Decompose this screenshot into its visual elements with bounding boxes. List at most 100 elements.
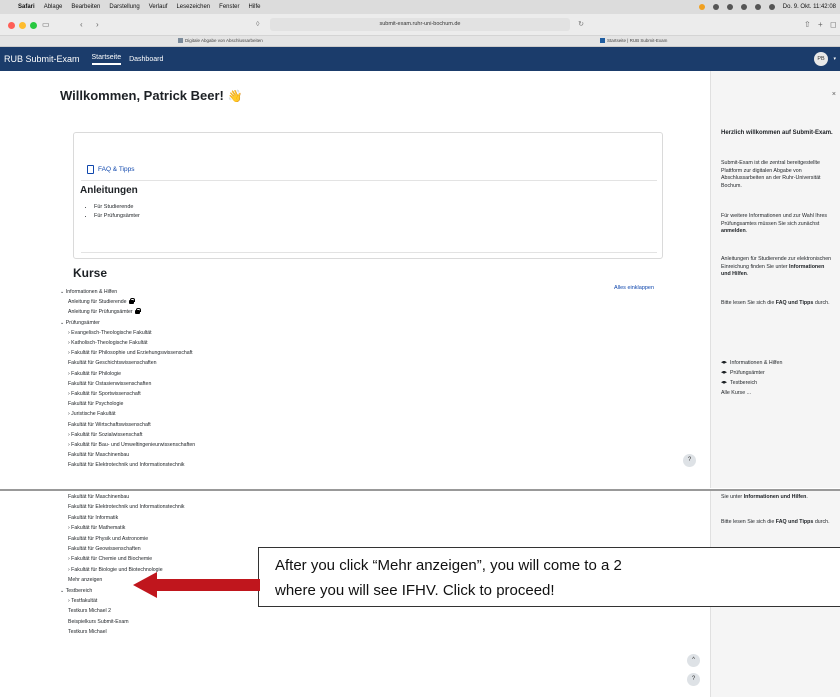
help-button[interactable]: ? (687, 673, 700, 686)
tree-row[interactable]: › Fakultät für Mathematik (68, 525, 125, 531)
address-bar[interactable]: ◊ submit-exam.ruhr-uni-bochum.de ↻ (256, 18, 584, 31)
nav-startseite[interactable]: Startseite (91, 54, 122, 65)
tree-row[interactable]: › Juristische Fakultät (68, 411, 116, 417)
clock[interactable]: Do. 9. Okt. 11:42:08 (783, 4, 836, 10)
tree-row[interactable]: Beispielkurs Submit-Exam (68, 619, 129, 625)
menu-darstellung[interactable]: Darstellung (109, 4, 139, 10)
tree-row[interactable]: › Testfakultät (68, 598, 97, 604)
faq-link[interactable]: FAQ & Tipps (87, 165, 135, 174)
tree-row[interactable]: › Katholisch-Theologische Fakultät (68, 340, 148, 346)
tree-row[interactable]: Fakultät für Wirtschaftswissenschaft (68, 422, 151, 428)
url-text: submit-exam.ruhr-uni-bochum.de (379, 21, 461, 27)
text: Bitte lesen Sie sich die (721, 300, 776, 306)
tree-row-label: Testbereich (65, 587, 93, 594)
tree-row[interactable]: Fakultät für Maschinenbau (68, 494, 129, 500)
tree-row[interactable]: ⌄ Prüfungsämter (60, 320, 100, 326)
drawer-course-informationen[interactable]: Informationen & Hilfen (721, 360, 782, 368)
all-courses-link[interactable]: Alle Kurse ... (721, 390, 751, 398)
tree-row[interactable]: Anleitung für Prüfungsämter (68, 308, 141, 315)
tree-row-label: Anleitung für Studierende (68, 299, 127, 306)
menu-hilfe[interactable]: Hilfe (249, 4, 261, 10)
menu-fenster[interactable]: Fenster (219, 4, 239, 10)
avatar[interactable]: PB (814, 52, 828, 66)
tree-row[interactable]: › Fakultät für Chemie und Biochemie (68, 556, 152, 562)
tab-overview-icon[interactable]: ◻ (830, 20, 837, 29)
chevron-down-icon[interactable]: ▾ (833, 56, 836, 62)
tree-row[interactable]: › Fakultät für Bau- und Umweltingenieurw… (68, 442, 195, 448)
welcome-text: Willkommen, Patrick Beer! (60, 88, 224, 103)
nav-dashboard[interactable]: Dashboard (129, 56, 163, 63)
tree-row-label: Fakultät für Physik und Astronomie (68, 535, 149, 542)
tree-row[interactable]: Testkurs Michael (68, 629, 107, 635)
collapse-all-link[interactable]: Alles einklappen (614, 285, 654, 291)
close-icon[interactable]: × (832, 91, 836, 99)
tree-row-label: Fakultät für Philosophie und Erziehungsw… (71, 350, 193, 357)
right-drawer: × Herzlich willkommen auf Submit-Exam. S… (710, 71, 840, 488)
faq-tips-link[interactable]: FAQ und Tipps (776, 519, 814, 525)
mac-menubar: Safari Ablage Bearbeiten Darstellung Ver… (0, 0, 840, 14)
tree-row[interactable]: Fakultät für Psychologie (68, 401, 123, 407)
drawer-course-testbereich[interactable]: Testbereich (721, 380, 757, 388)
menu-ablage[interactable]: Ablage (44, 4, 63, 10)
zoom-window-icon[interactable] (30, 22, 37, 29)
tree-row[interactable]: Fakultät für Informatik (68, 515, 118, 521)
status-icon[interactable] (712, 4, 719, 10)
share-icon[interactable]: ⇧ (804, 20, 811, 29)
course-label: Prüfungsämter (730, 370, 765, 376)
wifi-icon[interactable] (754, 4, 761, 10)
sidebar-icon[interactable]: ▭ (42, 20, 50, 29)
tree-row[interactable]: Fakultät für Geschichtswissenschaften (68, 360, 157, 366)
tab-abgabe[interactable]: Digitale Abgabe von Abschlussarbeiten (178, 38, 263, 43)
tree-row[interactable]: ⌄ Informationen & Hilfen (60, 289, 117, 295)
tab-startseite[interactable]: Startseite | RUB Submit-Exam (600, 38, 667, 43)
tree-row[interactable]: ⌄ Testbereich (60, 588, 92, 594)
back-icon[interactable]: ‹ (80, 20, 83, 29)
login-link[interactable]: anmelden (721, 228, 746, 234)
minimize-window-icon[interactable] (19, 22, 26, 29)
menu-verlauf[interactable]: Verlauf (149, 4, 168, 10)
scroll-to-top-button[interactable]: ^ (687, 654, 700, 667)
tree-row[interactable]: Fakultät für Physik und Astronomie (68, 536, 148, 542)
tree-row[interactable]: Anleitung für Studierende (68, 297, 135, 306)
tree-row[interactable]: Fakultät für Elektrotechnik und Informat… (68, 504, 185, 510)
drawer-login-hint: Für weitere Informationen und zur Wahl I… (721, 213, 835, 236)
tree-row[interactable]: Testkurs Michael 2 (68, 608, 111, 614)
tree-row[interactable]: › Fakultät für Sportwissenschaft (68, 391, 141, 397)
tree-row[interactable]: › Fakultät für Philosophie und Erziehung… (68, 350, 193, 356)
site-brand[interactable]: RUB Submit-Exam (4, 54, 80, 64)
tree-row[interactable]: Fakultät für Ostasienwissenschaften (68, 381, 151, 387)
new-tab-icon[interactable]: + (818, 20, 823, 29)
help-button[interactable]: ? (683, 454, 696, 467)
tree-row-label: Testkurs Michael (68, 629, 107, 636)
close-window-icon[interactable] (8, 22, 15, 29)
tree-row[interactable]: Fakultät für Maschinenbau (68, 452, 129, 458)
menu-bearbeiten[interactable]: Bearbeiten (71, 4, 100, 10)
menu-safari[interactable]: Safari (18, 4, 35, 10)
browser-toolbar: ▭ ‹ › ◊ submit-exam.ruhr-uni-bochum.de ↻… (0, 14, 840, 36)
anleitung-studierende-link[interactable]: Für Studierende (94, 203, 140, 212)
tree-row[interactable]: Fakultät für Geowissenschaften (68, 546, 141, 552)
tree-row[interactable]: › Fakultät für Sozialwissenschaft (68, 432, 142, 438)
info-link[interactable]: Informationen und Hilfen (744, 494, 807, 500)
tree-row[interactable]: › Fakultät für Philologie (68, 371, 121, 377)
status-app-icon[interactable] (698, 4, 705, 10)
search-icon[interactable] (768, 4, 775, 10)
forward-icon[interactable]: › (96, 20, 99, 29)
tree-row[interactable]: › Evangelisch-Theologische Fakultät (68, 330, 152, 336)
tree-row-label: Katholisch-Theologische Fakultät (71, 340, 148, 346)
tree-row-label: Fakultät für Ostasienwissenschaften (68, 380, 152, 387)
tree-row[interactable]: Fakultät für Elektrotechnik und Informat… (68, 462, 185, 468)
anleitung-pruefungsaemter-link[interactable]: Für Prüfungsämter (94, 212, 140, 221)
status-icon[interactable] (726, 4, 733, 10)
faq-tips-link[interactable]: FAQ und Tipps (776, 300, 814, 306)
graduation-cap-icon (721, 380, 727, 384)
status-area: Do. 9. Okt. 11:42:08 (698, 0, 836, 14)
tree-row[interactable]: Mehr anzeigen (68, 577, 102, 583)
shield-icon: ◊ (256, 21, 260, 28)
reload-icon[interactable]: ↻ (578, 18, 584, 31)
menu-lesezeichen[interactable]: Lesezeichen (176, 4, 210, 10)
lock-icon (128, 297, 135, 304)
tree-row-label: Fakultät für Elektrotechnik und Informat… (68, 462, 185, 469)
battery-icon[interactable] (740, 4, 747, 10)
drawer-course-pruefungsaemter[interactable]: Prüfungsämter (721, 370, 765, 378)
